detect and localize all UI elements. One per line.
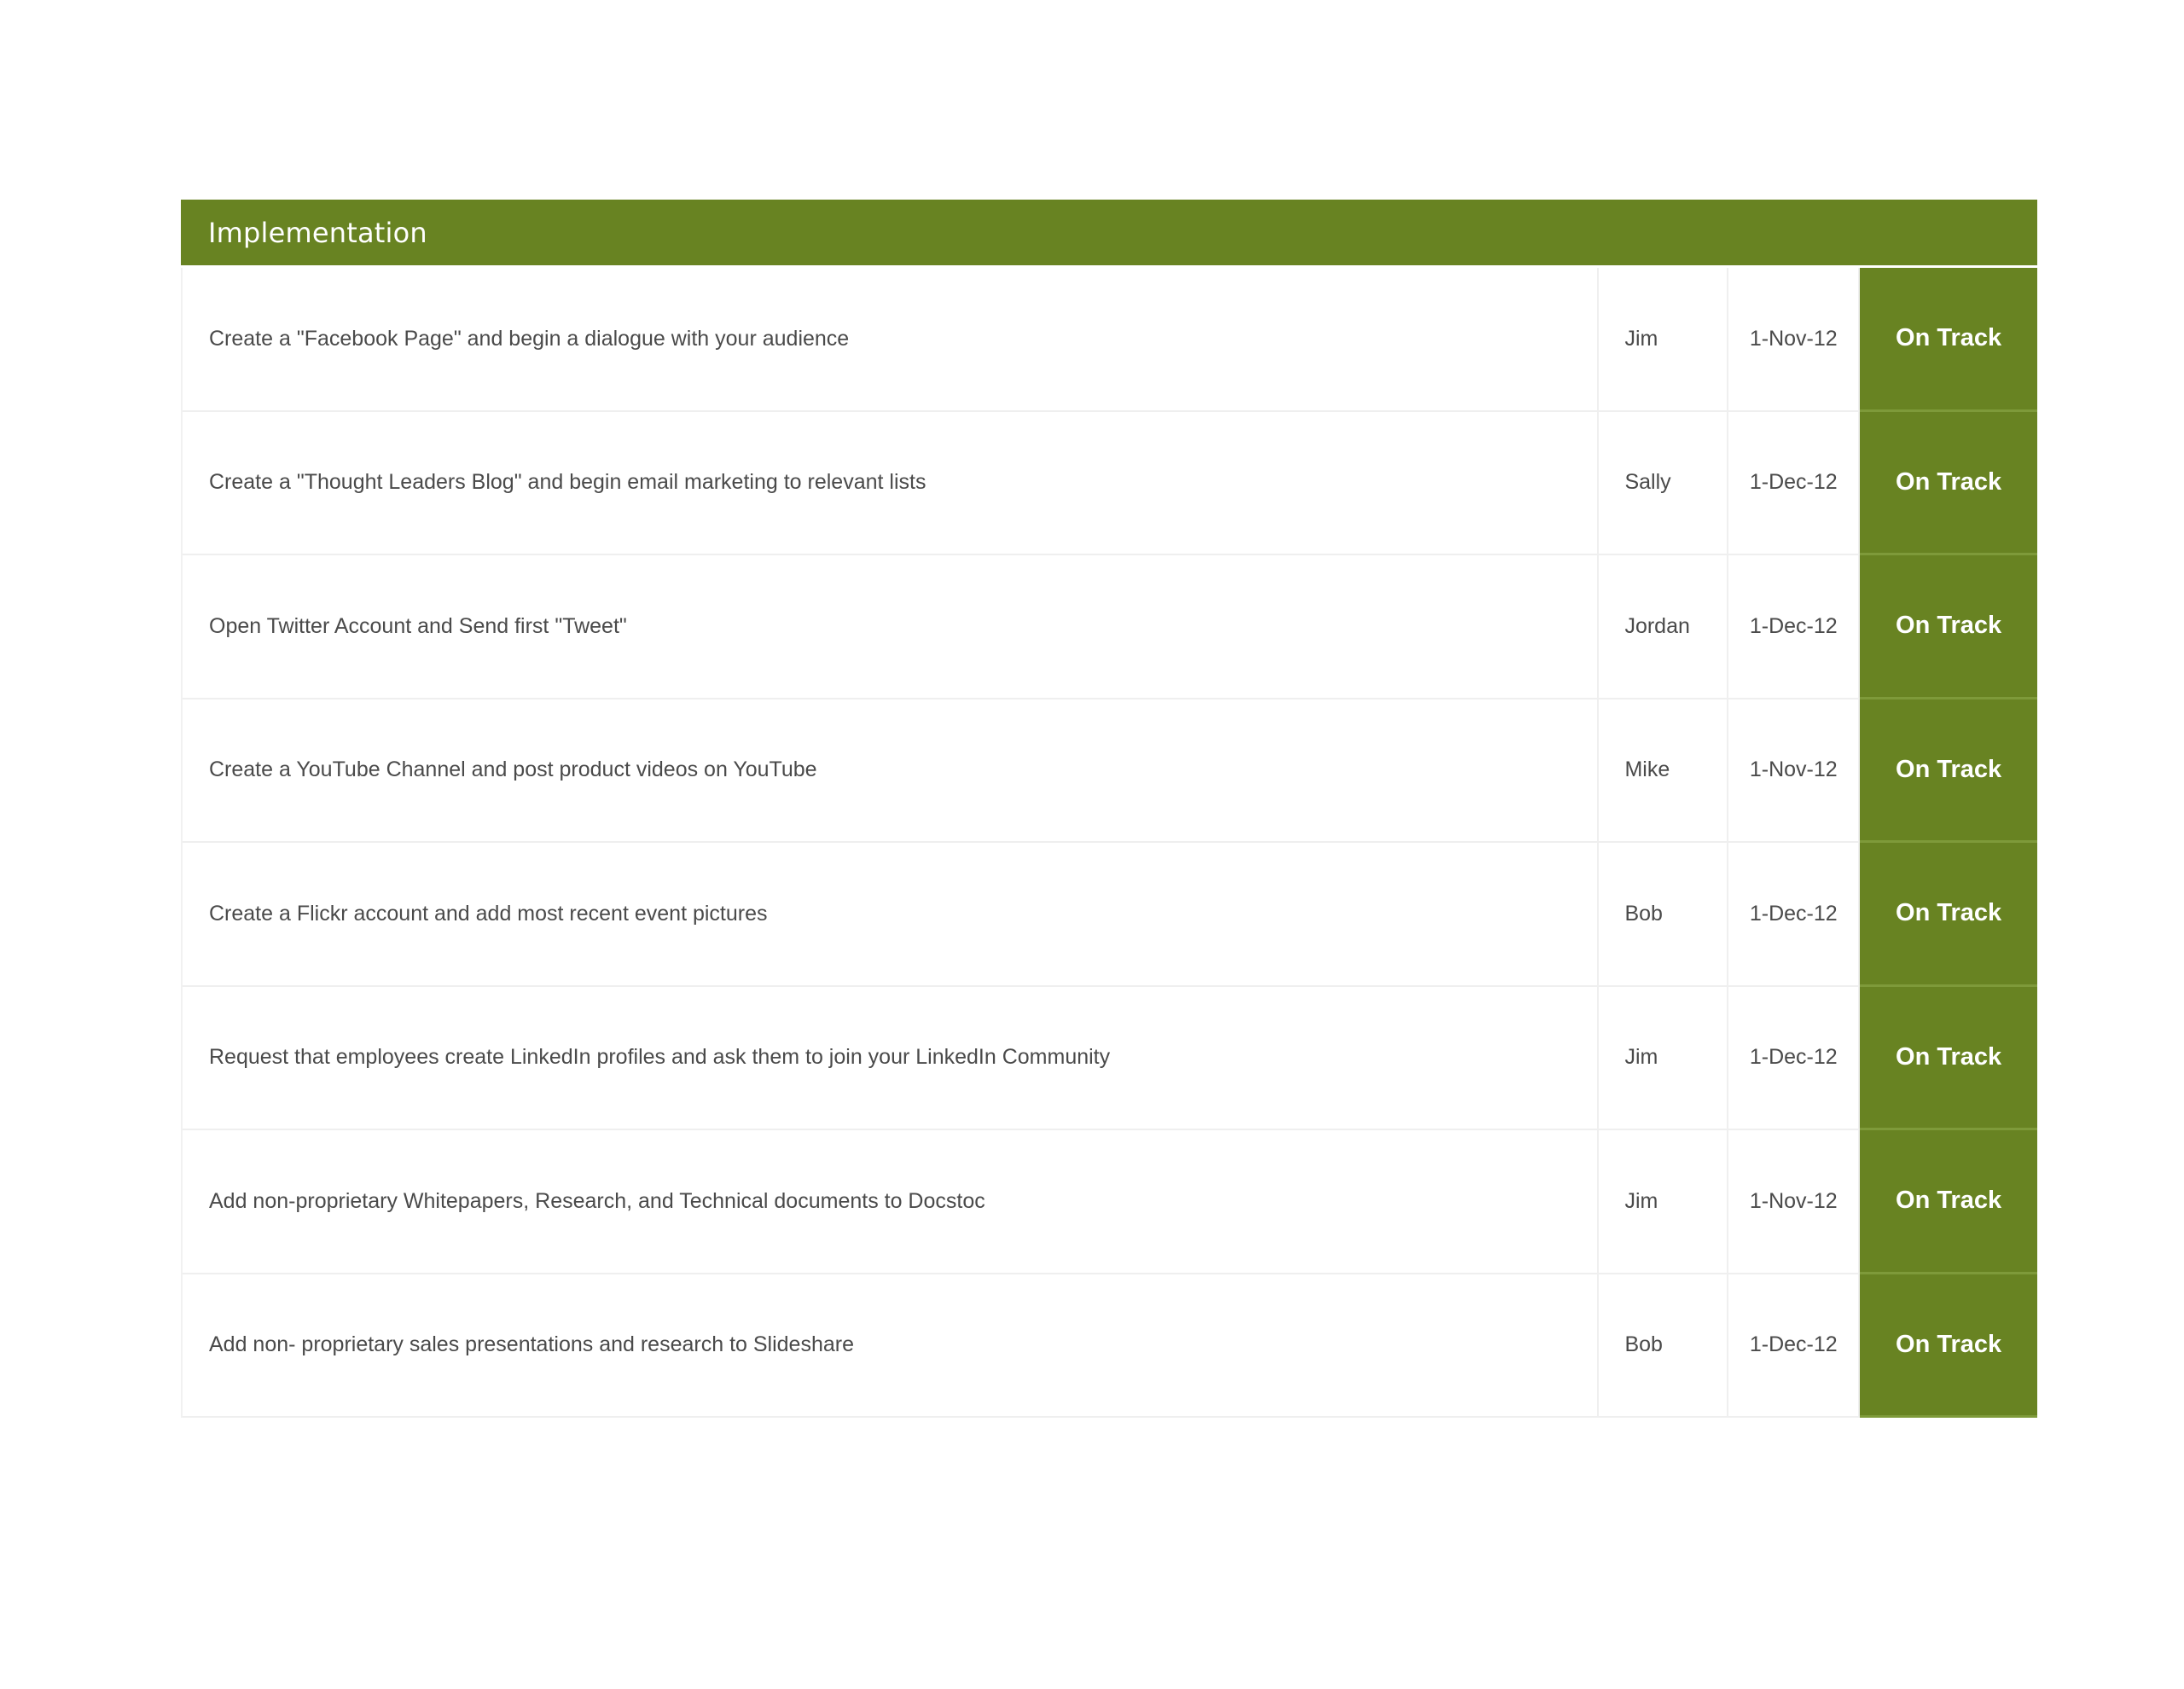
implementation-table: Implementation Create a "Facebook Page" … [181, 200, 2037, 1418]
date-cell: 1-Dec-12 [1728, 1274, 1861, 1418]
date-cell: 1-Dec-12 [1728, 555, 1861, 699]
date-cell: 1-Dec-12 [1728, 411, 1861, 555]
table-row: Open Twitter Account and Send first "Twe… [183, 555, 2037, 699]
owner-cell: Jim [1599, 268, 1729, 412]
section-header: Implementation [181, 200, 2037, 268]
date-cell: 1-Dec-12 [1728, 843, 1861, 987]
status-badge: On Track [1860, 843, 2037, 987]
owner-cell: Bob [1599, 843, 1729, 987]
status-badge: On Track [1860, 986, 2037, 1130]
task-cell: Add non-proprietary Whitepapers, Researc… [183, 1130, 1600, 1274]
table-row: Create a "Facebook Page" and begin a dia… [183, 268, 2037, 412]
section-title: Implementation [208, 216, 427, 249]
table-row: Create a Flickr account and add most rec… [183, 843, 2037, 987]
task-table-body: Create a "Facebook Page" and begin a dia… [181, 268, 2037, 1418]
owner-cell: Bob [1599, 1274, 1729, 1418]
status-badge: On Track [1860, 1274, 2037, 1418]
task-cell: Request that employees create LinkedIn p… [183, 986, 1600, 1130]
task-cell: Add non- proprietary sales presentations… [183, 1274, 1600, 1418]
task-cell: Create a "Facebook Page" and begin a dia… [183, 268, 1600, 412]
table-row: Request that employees create LinkedIn p… [183, 986, 2037, 1130]
task-cell: Create a Flickr account and add most rec… [183, 843, 1600, 987]
task-cell: Create a YouTube Channel and post produc… [183, 699, 1600, 843]
task-cell: Open Twitter Account and Send first "Twe… [183, 555, 1600, 699]
owner-cell: Sally [1599, 411, 1729, 555]
status-badge: On Track [1860, 699, 2037, 843]
owner-cell: Mike [1599, 699, 1729, 843]
owner-cell: Jim [1599, 1130, 1729, 1274]
date-cell: 1-Nov-12 [1728, 699, 1861, 843]
table-row: Add non- proprietary sales presentations… [183, 1274, 2037, 1418]
owner-cell: Jordan [1599, 555, 1729, 699]
status-badge: On Track [1860, 1130, 2037, 1274]
table-row: Add non-proprietary Whitepapers, Researc… [183, 1130, 2037, 1274]
date-cell: 1-Nov-12 [1728, 268, 1861, 412]
task-cell: Create a "Thought Leaders Blog" and begi… [183, 411, 1600, 555]
table-row: Create a "Thought Leaders Blog" and begi… [183, 411, 2037, 555]
table-row: Create a YouTube Channel and post produc… [183, 699, 2037, 843]
owner-cell: Jim [1599, 986, 1729, 1130]
status-badge: On Track [1860, 268, 2037, 412]
status-badge: On Track [1860, 555, 2037, 699]
date-cell: 1-Nov-12 [1728, 1130, 1861, 1274]
status-badge: On Track [1860, 411, 2037, 555]
date-cell: 1-Dec-12 [1728, 986, 1861, 1130]
